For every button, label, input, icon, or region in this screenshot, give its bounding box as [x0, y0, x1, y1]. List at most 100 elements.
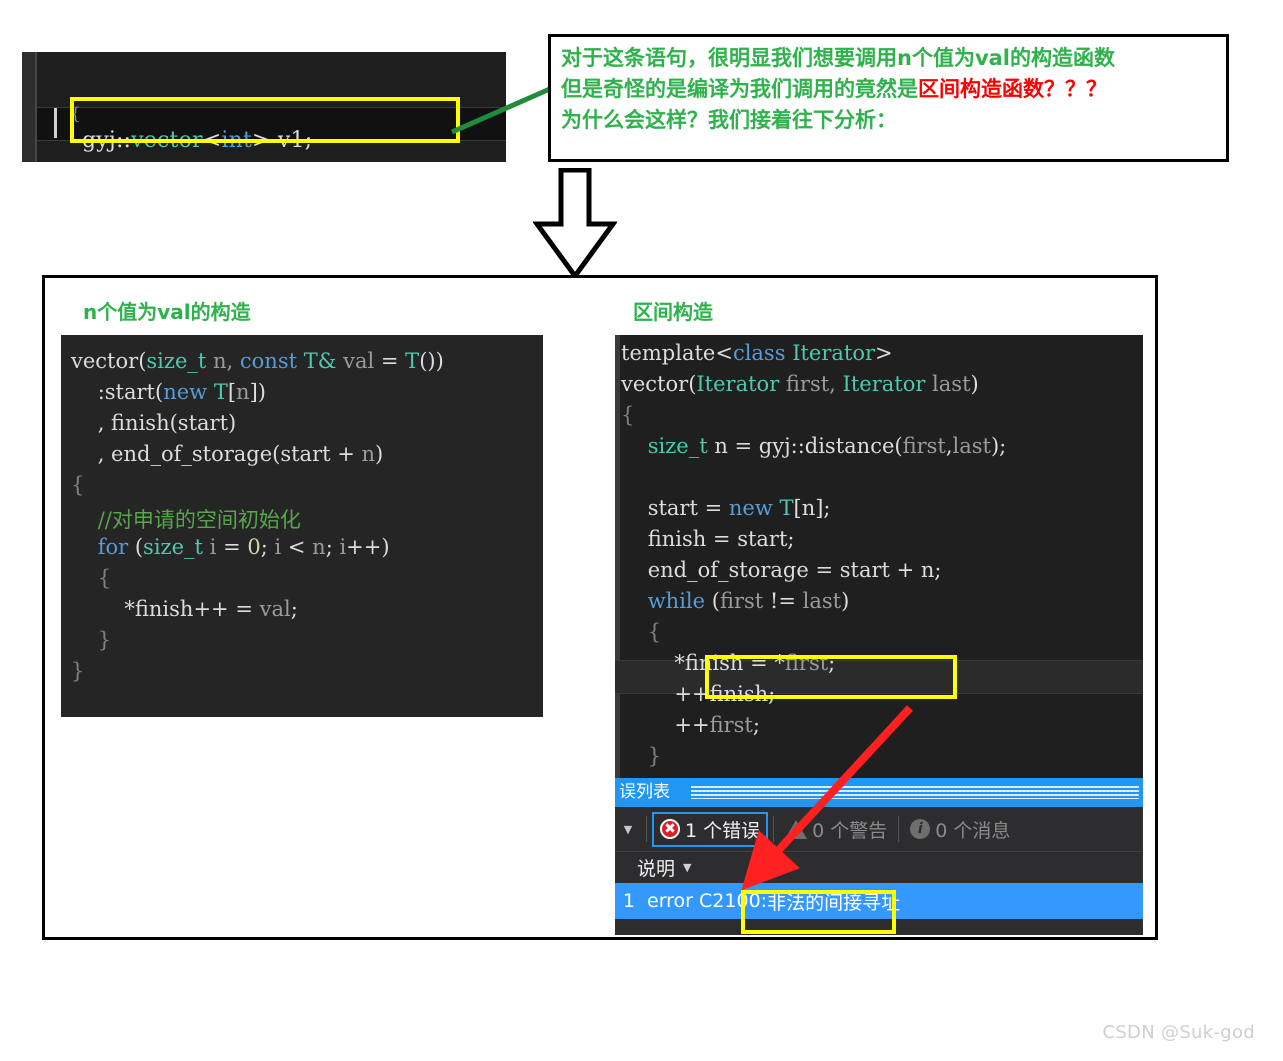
code-token: vector [71, 349, 139, 373]
code-token: int [221, 160, 252, 162]
code-token: first [784, 651, 829, 675]
code-token: vector [621, 372, 689, 396]
code-line: //对申请的空间初始化 [71, 504, 301, 534]
comparison-container: n个值为val的构造 区间构造 vector(size_t n, const T… [42, 275, 1158, 940]
code-token: size_t [143, 535, 203, 559]
callout-line-1: 对于这条语句，很明显我们想要调用n个值为val的构造函数 [561, 46, 1116, 70]
code-token: Iterator [792, 341, 876, 365]
code-token: class [732, 341, 786, 365]
left-panel-title: n个值为val的构造 [83, 300, 251, 324]
code-token: template [621, 341, 716, 365]
callout-connector-line [450, 85, 554, 135]
code-token: ); [990, 434, 1007, 458]
code-token: , finish( [71, 411, 178, 435]
code-token: > [252, 160, 278, 162]
code-token: n [236, 380, 250, 404]
code-token: first [719, 589, 764, 613]
code-line: finish = start; [621, 527, 795, 551]
code-token: = gyj::distance( [734, 434, 903, 458]
code-token: new [163, 380, 208, 404]
code-token: const [239, 349, 298, 373]
code-token: T [779, 496, 794, 520]
code-token: } [621, 744, 662, 768]
code-line: { [71, 473, 84, 497]
code-token: :: [116, 160, 131, 162]
code-line: :start(new T[n]) [71, 380, 266, 404]
code-token: < [203, 160, 222, 162]
error-row-number: 1 [622, 890, 635, 912]
code-token: ; [260, 535, 275, 559]
code-token: for [97, 535, 129, 559]
code-token: < [281, 535, 313, 559]
code-token: gyj [82, 160, 116, 162]
error-list-title-text: 误列表 [619, 782, 670, 802]
code-token: val [259, 597, 291, 621]
code-token: 2 [356, 160, 370, 162]
code-token: } [71, 628, 112, 652]
code-token: 10 [313, 160, 341, 162]
callout-line-2-green: 但是奇怪的是编译为我们调用的竟然是 [561, 77, 918, 101]
code-token: ; [290, 597, 298, 621]
code-line: { [621, 620, 661, 644]
code-token: Iterator [842, 372, 926, 396]
code-line-v2: gyj::vector<int> v2(10, 2); [82, 160, 387, 162]
code-token: Iterator [696, 372, 780, 396]
code-token: end_of_storage = start + n; [621, 558, 942, 582]
code-line-v1: gyj::vector<int> v1; [82, 128, 312, 153]
code-line: } [621, 744, 661, 768]
code-token: :start( [71, 380, 164, 404]
code-token: { [621, 403, 635, 427]
right-panel-title: 区间构造 [633, 300, 713, 324]
chevron-down-icon[interactable]: ▼ [615, 823, 641, 836]
code-line: { [621, 403, 634, 427]
message-count-label: 0 个消息 [935, 819, 1011, 842]
down-arrow-icon [533, 168, 617, 280]
code-line: , finish(start) [71, 411, 237, 435]
code-token: T [405, 349, 420, 373]
code-token: vector [131, 160, 203, 162]
code-token: gyj [82, 128, 116, 153]
code-token: [n]; [793, 496, 831, 520]
code-token: ) [841, 589, 850, 613]
code-token: , [945, 434, 953, 458]
code-line-brace: { [70, 104, 82, 124]
code-token: = [380, 349, 406, 373]
code-token: n, [206, 349, 240, 373]
code-token: first [902, 434, 946, 458]
code-token: ++) [346, 535, 390, 559]
code-block-fill-constructor: vector(size_t n, const T& val = T()) :st… [61, 335, 543, 717]
code-line: , end_of_storage(start + n) [71, 442, 384, 466]
code-line: vector(size_t n, const T& val = T()) [71, 349, 444, 373]
code-line: template<class Iterator> [621, 341, 893, 365]
code-line: for (size_t i = 0; i < n; i++) [71, 535, 390, 559]
code-line: start = new T[n]; [621, 496, 831, 520]
watermark: CSDN @Suk-god [1102, 1022, 1255, 1043]
code-token: n [707, 434, 735, 458]
code-token: val [336, 349, 381, 373]
code-line: end_of_storage = start + n; [621, 558, 942, 582]
code-token: int [221, 128, 253, 153]
column-header-label: 说明 [637, 858, 676, 880]
sort-caret-icon: ▼ [683, 861, 692, 874]
code-token: T [213, 380, 228, 404]
code-token: i [202, 535, 224, 559]
code-token: * [774, 651, 785, 675]
red-arrow-annotation [741, 705, 913, 891]
code-line: *finish = *first; [621, 651, 835, 675]
code-token: n [361, 442, 376, 466]
code-token: [ [227, 380, 237, 404]
editor-gutter [22, 52, 35, 162]
code-token: ()) [419, 349, 444, 373]
code-line: } [71, 628, 111, 652]
code-token: ( [128, 535, 144, 559]
code-line: while (first != last) [621, 589, 850, 613]
code-token: size_t [647, 434, 708, 458]
code-token: *finish = [621, 651, 775, 675]
code-token: v1; [277, 128, 313, 153]
code-token: *finish++ [71, 597, 236, 621]
code-token: :: [115, 128, 132, 153]
code-token: > [252, 128, 278, 153]
